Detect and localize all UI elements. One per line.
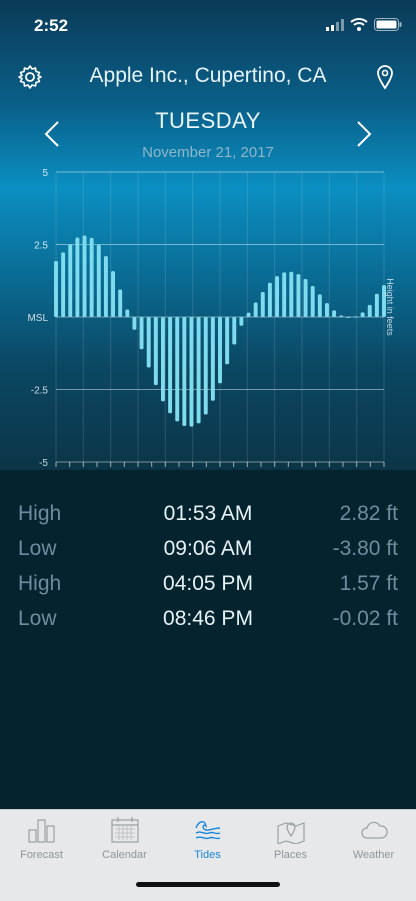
cloud-icon — [361, 821, 388, 839]
tide-bar — [146, 317, 151, 368]
tide-bar — [225, 317, 230, 365]
tide-bar — [303, 279, 308, 317]
tide-height: 1.57 ft — [339, 572, 398, 595]
tide-bar — [339, 315, 344, 317]
tide-bar — [189, 317, 194, 427]
tide-bar — [82, 235, 87, 317]
tide-bar — [175, 317, 180, 422]
y-tick-label: 5 — [42, 168, 48, 179]
tide-bar — [218, 317, 222, 384]
tide-bar — [68, 244, 73, 317]
tab-label: Forecast — [20, 849, 63, 861]
tide-bar — [260, 292, 265, 317]
tide-row: Low 08:46 PM -0.02 ft — [0, 607, 416, 641]
tide-bar — [203, 317, 208, 415]
y-axis-label: Height in feets — [385, 278, 395, 336]
tab-label: Weather — [352, 849, 395, 861]
tide-bar — [374, 293, 379, 317]
tab-places[interactable]: Places — [249, 810, 332, 870]
tide-row: Low 09:06 AM -3.80 ft — [0, 537, 416, 571]
tide-bar — [210, 317, 215, 401]
tab-tides[interactable]: Tides — [166, 810, 249, 870]
date-label: November 21, 2017 — [142, 144, 274, 161]
home-indicator[interactable] — [136, 882, 280, 887]
tide-bar — [54, 261, 58, 317]
battery-icon — [374, 18, 402, 31]
waves-icon — [195, 821, 221, 840]
tide-row: High 01:53 AM 2.82 ft — [0, 502, 416, 536]
y-tick-label: -2.5 — [31, 386, 49, 397]
tide-bar — [324, 303, 329, 317]
location-title: Apple Inc., Cupertino, CA — [89, 64, 327, 87]
tide-bar — [296, 274, 301, 317]
day-label: TUESDAY — [155, 108, 261, 133]
tide-bar — [346, 317, 351, 318]
tab-calendar[interactable]: Calendar — [83, 810, 166, 870]
tide-table: High 01:53 AM 2.82 ft Low 09:06 AM -3.80… — [0, 470, 416, 810]
tide-bar — [317, 294, 322, 317]
tide-height: -3.80 ft — [332, 537, 398, 560]
tide-bar — [246, 312, 251, 317]
status-bar: 2:52 — [0, 0, 416, 48]
tide-bar — [239, 317, 244, 326]
tide-chart: 52.5MSL-2.5-5122am4am6am8am10am122pm4pm6… — [27, 168, 395, 485]
tide-bar — [282, 272, 287, 317]
tide-bar — [367, 304, 372, 317]
signal-icon — [326, 19, 344, 31]
next-day-chevron-icon[interactable] — [356, 120, 372, 148]
tide-bar — [96, 244, 101, 317]
tide-bar — [360, 312, 365, 317]
location-pin-icon[interactable] — [376, 64, 394, 90]
tide-bar — [153, 317, 158, 386]
y-tick-label: 2.5 — [34, 241, 48, 252]
tide-bar — [168, 317, 173, 414]
wifi-icon — [350, 18, 368, 31]
tide-bar — [139, 317, 144, 350]
y-tick-label: MSL — [27, 313, 48, 324]
tab-label: Tides — [194, 849, 221, 861]
tide-bar — [132, 317, 137, 330]
tide-bar — [89, 237, 94, 317]
tide-bar — [332, 310, 337, 317]
tab-label: Places — [273, 849, 308, 861]
tide-panel: 2:52 Apple Inc., Cupertino, CA TUESDAY N… — [0, 0, 416, 485]
tide-row: High 04:05 PM 1.57 ft — [0, 572, 416, 606]
tide-bar — [232, 317, 237, 345]
tide-bar — [275, 276, 280, 317]
map-icon — [277, 822, 305, 844]
tide-bar — [61, 252, 66, 317]
tide-height: 2.82 ft — [339, 502, 398, 525]
calendar-icon — [111, 817, 139, 843]
tide-bar — [253, 302, 258, 317]
tab-bar: Forecast Calendar Tides Places Weather — [0, 809, 416, 901]
tide-bar — [267, 282, 272, 317]
tab-label: Calendar — [102, 849, 147, 861]
tide-bar — [182, 317, 187, 427]
tab-forecast[interactable]: Forecast — [0, 810, 83, 870]
tide-bar — [103, 256, 108, 317]
status-time: 2:52 — [34, 16, 69, 35]
tide-bar — [118, 289, 123, 317]
tide-bar — [125, 309, 130, 317]
tide-bar — [75, 237, 80, 317]
tab-weather[interactable]: Weather — [332, 810, 415, 870]
tide-bar — [111, 271, 116, 317]
tide-bar — [353, 316, 358, 318]
tide-bar — [160, 317, 165, 402]
tide-height: -0.02 ft — [332, 607, 398, 630]
y-tick-label: -5 — [39, 458, 48, 469]
tide-bar — [289, 271, 294, 317]
tide-bar — [196, 317, 201, 424]
tide-bar — [310, 285, 315, 317]
bar-chart-icon — [28, 819, 55, 843]
